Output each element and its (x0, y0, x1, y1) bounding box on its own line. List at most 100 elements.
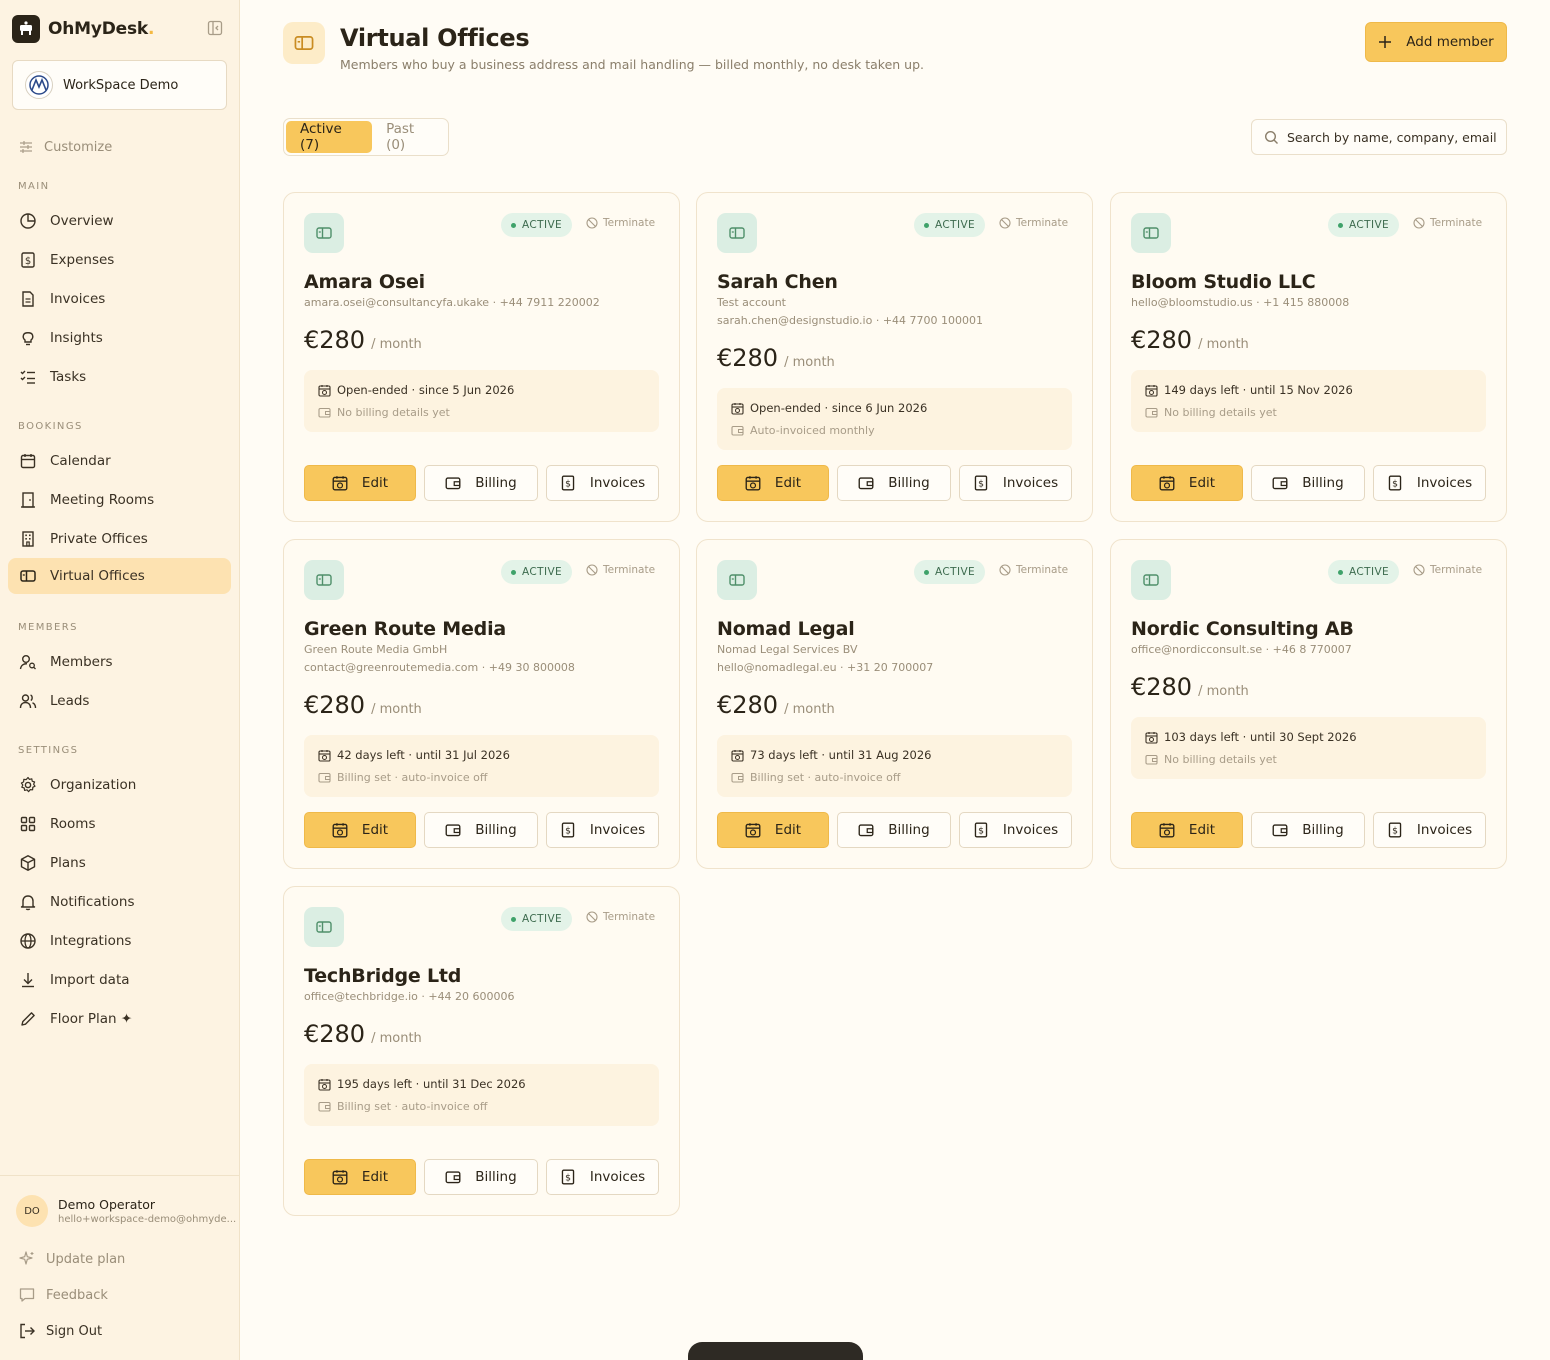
edit-label: Edit (361, 822, 389, 838)
add-member-button[interactable]: Add member (1365, 22, 1507, 62)
nav-members[interactable]: Members (8, 644, 231, 680)
nav-expenses[interactable]: $ Expenses (8, 242, 231, 278)
edit-button[interactable]: Edit (304, 1159, 416, 1195)
billing-button[interactable]: Billing (837, 465, 951, 501)
invoices-button[interactable]: $ Invoices (546, 1159, 659, 1195)
terminate-button[interactable]: Terminate (586, 217, 655, 229)
nav-floor-plan[interactable]: Floor Plan ✦ (8, 1001, 231, 1037)
nav-insights-label: Insights (50, 330, 103, 346)
member-detail: Green Route Media GmbH (304, 643, 448, 656)
collapse-sidebar-icon[interactable] (207, 20, 223, 36)
edit-button[interactable]: Edit (304, 465, 416, 501)
invoices-button[interactable]: $ Invoices (1373, 465, 1486, 501)
workspace-switcher[interactable]: WorkSpace Demo (12, 60, 227, 110)
nav-private-offices[interactable]: Private Offices (8, 521, 231, 557)
sidebar: OhMyDesk. WorkSpace Demo Customize MAIN … (0, 0, 240, 1360)
terminate-button[interactable]: Terminate (586, 564, 655, 576)
search-input[interactable] (1287, 129, 1497, 145)
calendar-icon (18, 451, 38, 471)
nav-organization[interactable]: Organization (8, 767, 231, 803)
nav-calendar[interactable]: Calendar (8, 443, 231, 479)
calendar-clock-icon (1145, 384, 1158, 397)
nav-calendar-label: Calendar (50, 453, 111, 469)
status-badge: ACTIVE (1328, 560, 1400, 584)
billing-status: No billing details yet (1164, 752, 1277, 766)
edit-button[interactable]: Edit (717, 465, 829, 501)
update-plan-link[interactable]: Update plan (18, 1250, 125, 1268)
sign-out-link[interactable]: Sign Out (18, 1322, 102, 1340)
calendar-clock-icon (731, 749, 744, 762)
nav-insights[interactable]: Insights (8, 320, 231, 356)
edit-button[interactable]: Edit (717, 812, 829, 848)
wallet-icon (1145, 407, 1158, 418)
nav-virtual-offices[interactable]: Virtual Offices (8, 558, 231, 594)
billing-button[interactable]: Billing (424, 812, 538, 848)
user-name: Demo Operator (58, 1197, 156, 1212)
terminate-button[interactable]: Terminate (999, 217, 1068, 229)
receipt-dollar-icon: $ (561, 475, 575, 491)
invoices-button[interactable]: $ Invoices (546, 465, 659, 501)
term-info: 73 days left · until 31 Aug 2026 Billing… (717, 735, 1072, 797)
terminate-button[interactable]: Terminate (1413, 564, 1482, 576)
nav-leads[interactable]: Leads (8, 683, 231, 719)
billing-status: Billing set · auto-invoice off (750, 770, 901, 784)
invoices-label: Invoices (1002, 822, 1059, 838)
nav-integrations[interactable]: Integrations (8, 923, 231, 959)
nav-overview[interactable]: Overview (8, 203, 231, 239)
brand[interactable]: OhMyDesk. (12, 14, 155, 44)
user-search-icon (18, 652, 38, 672)
nav-meeting-rooms[interactable]: Meeting Rooms (8, 482, 231, 518)
globe-icon (18, 931, 38, 951)
term-detail: · since 5 Jun 2026 (407, 383, 515, 397)
billing-button[interactable]: Billing (1251, 812, 1365, 848)
virtual-office-icon (283, 22, 325, 64)
invoices-button[interactable]: $ Invoices (546, 812, 659, 848)
section-bookings: BOOKINGS (18, 421, 83, 432)
price-period: / month (1198, 684, 1249, 699)
brand-logo-icon (12, 15, 40, 43)
tab-past[interactable]: Past (0) (372, 121, 446, 153)
terminate-label: Terminate (1016, 564, 1069, 576)
user-profile[interactable]: DO Demo Operator hello+workspace-demo@oh… (16, 1195, 236, 1227)
status-dot (1338, 569, 1343, 575)
nav-invoices[interactable]: Invoices (8, 281, 231, 317)
nav-plans[interactable]: Plans (8, 845, 231, 881)
terminate-button[interactable]: Terminate (999, 564, 1068, 576)
invoices-label: Invoices (1416, 822, 1473, 838)
billing-label: Billing (475, 475, 517, 491)
member-name: Nomad Legal (717, 618, 855, 640)
mailbox-icon (1131, 213, 1171, 253)
mailbox-icon (1131, 560, 1171, 600)
terminate-button[interactable]: Terminate (586, 911, 655, 923)
nav-rooms[interactable]: Rooms (8, 806, 231, 842)
billing-button[interactable]: Billing (424, 1159, 538, 1195)
receipt-dollar-icon: $ (974, 822, 988, 838)
nav-tasks[interactable]: Tasks (8, 359, 231, 395)
billing-button[interactable]: Billing (1251, 465, 1365, 501)
term-status: 149 days left (1164, 383, 1240, 397)
edit-button[interactable]: Edit (1131, 812, 1243, 848)
wallet-icon (858, 477, 874, 490)
workspace-name: WorkSpace Demo (63, 77, 179, 93)
customize-link[interactable]: Customize (18, 139, 112, 155)
price-row: €280 / month (717, 691, 835, 719)
document-icon (18, 289, 38, 309)
mailbox-icon (717, 213, 757, 253)
bottom-toolbar[interactable] (688, 1342, 863, 1360)
edit-button[interactable]: Edit (1131, 465, 1243, 501)
billing-button[interactable]: Billing (837, 812, 951, 848)
invoices-button[interactable]: $ Invoices (959, 812, 1072, 848)
invoices-button[interactable]: $ Invoices (1373, 812, 1486, 848)
terminate-button[interactable]: Terminate (1413, 217, 1482, 229)
invoices-button[interactable]: $ Invoices (959, 465, 1072, 501)
feedback-link[interactable]: Feedback (18, 1286, 108, 1304)
calendar-clock-icon (332, 823, 348, 838)
edit-button[interactable]: Edit (304, 812, 416, 848)
billing-row: Billing set · auto-invoice off (731, 766, 1058, 788)
nav-import-data[interactable]: Import data (8, 962, 231, 998)
nav-notifications[interactable]: Notifications (8, 884, 231, 920)
mailbox-icon (18, 566, 38, 586)
nav-organization-label: Organization (50, 777, 137, 793)
billing-button[interactable]: Billing (424, 465, 538, 501)
tab-active[interactable]: Active (7) (286, 121, 373, 153)
